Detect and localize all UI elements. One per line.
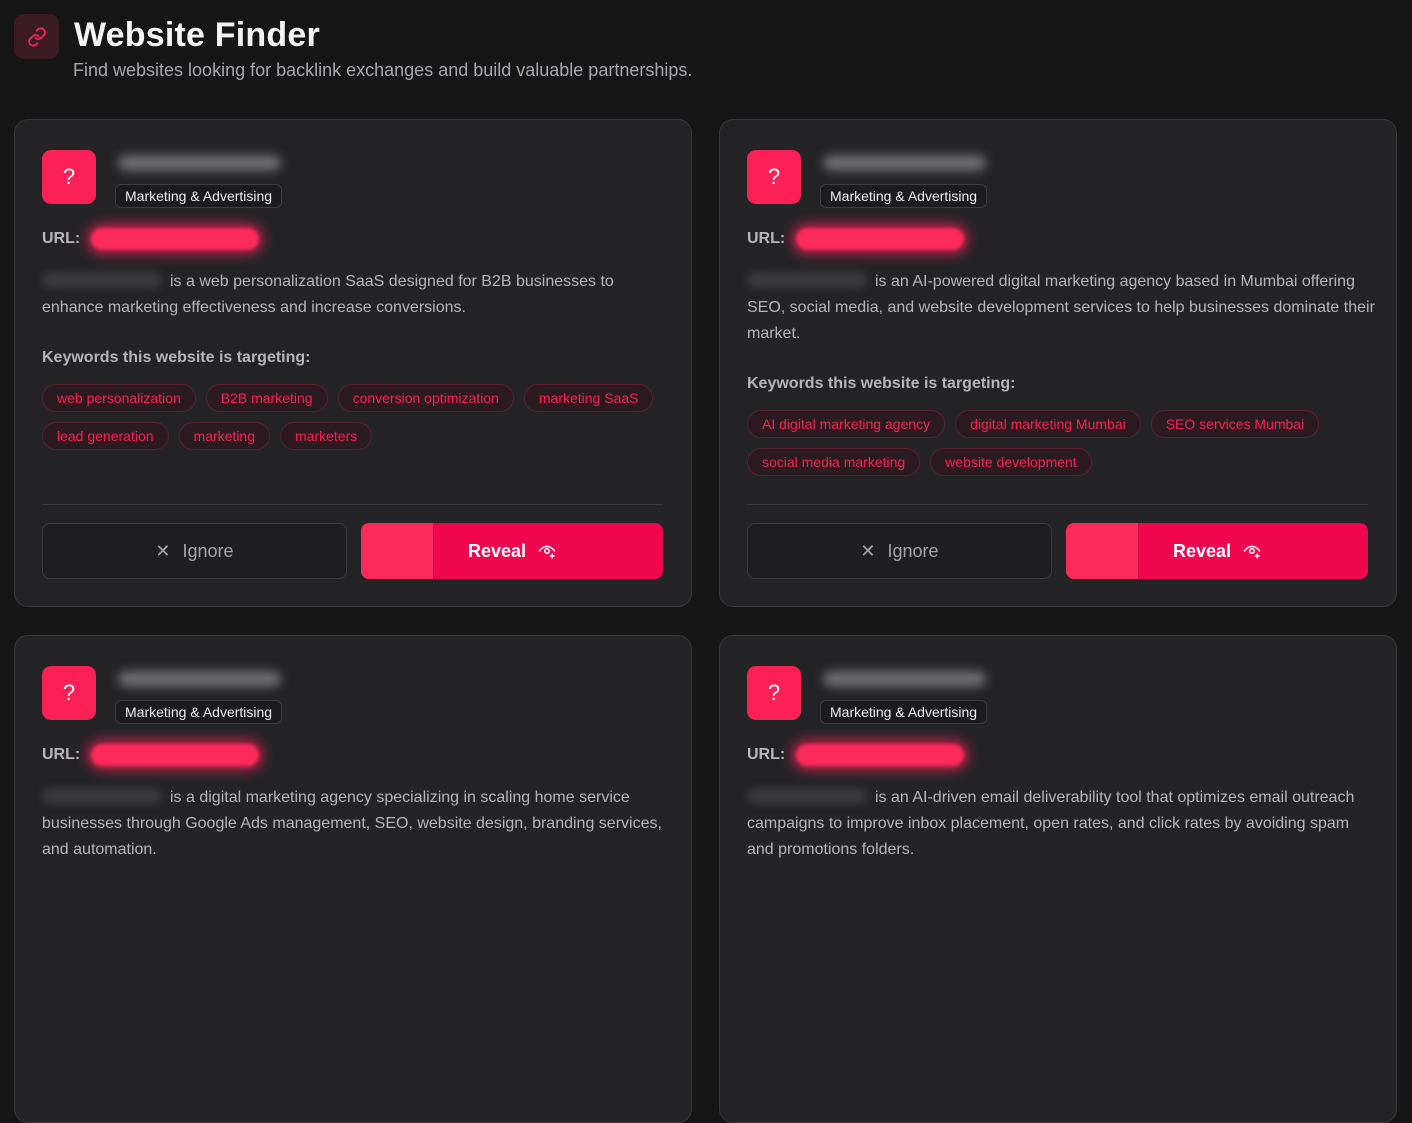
url-label: URL: [42,230,81,247]
link-icon [14,14,59,59]
url-blurred [91,228,259,250]
keyword-tag: SEO services Mumbai [1150,410,1320,438]
url-blurred [796,228,964,250]
eye-sparkle-icon [538,545,556,559]
category-badge: Marketing & Advertising [820,700,988,724]
keyword-tag: digital marketing Mumbai [955,410,1141,438]
website-card: ? Marketing & Advertising URL: is a digi… [14,635,692,1123]
ignore-label: Ignore [182,540,234,561]
question-icon: ? [42,666,96,720]
question-icon: ? [747,150,801,204]
keyword-tag: web personalization [42,384,196,412]
keyword-tag: marketing SaaS [523,384,654,412]
category-badge: Marketing & Advertising [115,184,283,208]
website-name-blurred [823,671,986,687]
name-blurred [42,272,162,288]
website-card: ? Marketing & Advertising URL: is an AI-… [719,635,1397,1123]
keyword-tag: marketing [178,422,270,450]
question-icon: ? [42,150,96,204]
website-description: is a web personalization SaaS designed f… [42,272,614,316]
category-badge: Marketing & Advertising [115,700,283,724]
card-divider [747,504,1368,505]
keywords-title: Keywords this website is targeting: [747,375,1016,392]
website-name-blurred [823,155,986,171]
page-title: Website Finder [74,16,320,54]
website-name-blurred [118,671,281,687]
keyword-list: web personalization B2B marketing conver… [42,384,672,450]
name-blurred [747,788,867,804]
card-divider [42,504,663,505]
website-description: is a digital marketing agency specializi… [42,788,662,858]
page-subtitle: Find websites looking for backlink excha… [73,60,693,80]
keyword-tag: AI digital marketing agency [747,410,946,438]
keywords-title: Keywords this website is targeting: [42,349,311,366]
website-name-blurred [118,155,281,171]
keyword-tag: conversion optimization [337,384,514,412]
name-blurred [747,272,867,288]
url-blurred [91,744,259,766]
url-blurred [796,744,964,766]
keyword-list: AI digital marketing agency digital mark… [747,410,1377,476]
ignore-label: Ignore [887,540,939,561]
url-label: URL: [747,746,786,763]
ignore-button[interactable]: ✕ Ignore [42,523,347,579]
eye-sparkle-icon [1243,545,1261,559]
close-icon: ✕ [155,540,171,561]
category-badge: Marketing & Advertising [820,184,988,208]
ignore-button[interactable]: ✕ Ignore [747,523,1052,579]
website-description: is an AI-driven email deliverability too… [747,788,1355,858]
website-description: is an AI-powered digital marketing agenc… [747,272,1375,342]
reveal-button[interactable]: Reveal [1066,523,1368,579]
name-blurred [42,788,162,804]
reveal-label: Reveal [1172,540,1232,561]
keyword-tag: lead generation [42,422,169,450]
website-card: ? Marketing & Advertising URL: is an AI-… [719,119,1397,607]
keyword-tag: B2B marketing [205,384,328,412]
keyword-tag: marketers [280,422,373,450]
url-label: URL: [42,746,81,763]
website-card: ? Marketing & Advertising URL: is a web … [14,119,692,607]
keyword-tag: website development [930,448,1092,476]
reveal-label: Reveal [467,540,527,561]
question-icon: ? [747,666,801,720]
keyword-tag: social media marketing [747,448,921,476]
reveal-button[interactable]: Reveal [361,523,663,579]
close-icon: ✕ [860,540,876,561]
url-label: URL: [747,230,786,247]
